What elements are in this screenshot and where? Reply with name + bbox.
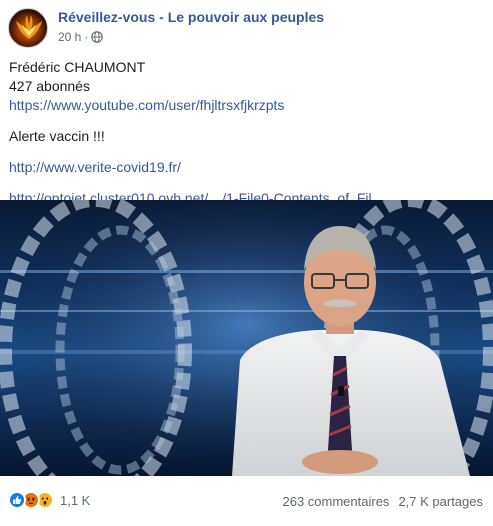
youtube-link[interactable]: https://www.youtube.com/user/fhjltrsxfjk… bbox=[9, 96, 485, 115]
video-thumbnail[interactable] bbox=[0, 200, 493, 476]
post-meta: 20 h · bbox=[58, 30, 104, 44]
author-name: Frédéric CHAUMONT bbox=[9, 59, 146, 75]
reaction-count[interactable]: 1,1 K bbox=[60, 493, 90, 508]
phoenix-logo-icon[interactable] bbox=[8, 8, 48, 48]
meta-separator: · bbox=[84, 30, 89, 44]
shares-count[interactable]: 2,7 K partages bbox=[398, 494, 483, 509]
like-icon bbox=[8, 491, 26, 509]
alert-text: Alerte vaccin !!! bbox=[9, 128, 105, 144]
post-timestamp[interactable]: 20 h bbox=[58, 30, 81, 44]
post-stats: 263 commentaires 2,7 K partages bbox=[282, 494, 483, 509]
post-footer: 1,1 K 263 commentaires 2,7 K partages bbox=[0, 486, 493, 516]
reactions-summary[interactable]: 1,1 K bbox=[8, 491, 90, 509]
site-link[interactable]: http://www.verite-covid19.fr/ bbox=[9, 158, 485, 177]
post-header: Réveillez-vous - Le pouvoir aux peuples … bbox=[0, 0, 493, 54]
page-name-link[interactable]: Réveillez-vous - Le pouvoir aux peuples bbox=[58, 9, 324, 25]
subscriber-count: 427 abonnés bbox=[9, 78, 90, 94]
comments-count[interactable]: 263 commentaires bbox=[282, 494, 389, 509]
post-body: Frédéric CHAUMONT 427 abonnés https://ww… bbox=[9, 58, 485, 208]
globe-icon[interactable] bbox=[91, 31, 104, 43]
